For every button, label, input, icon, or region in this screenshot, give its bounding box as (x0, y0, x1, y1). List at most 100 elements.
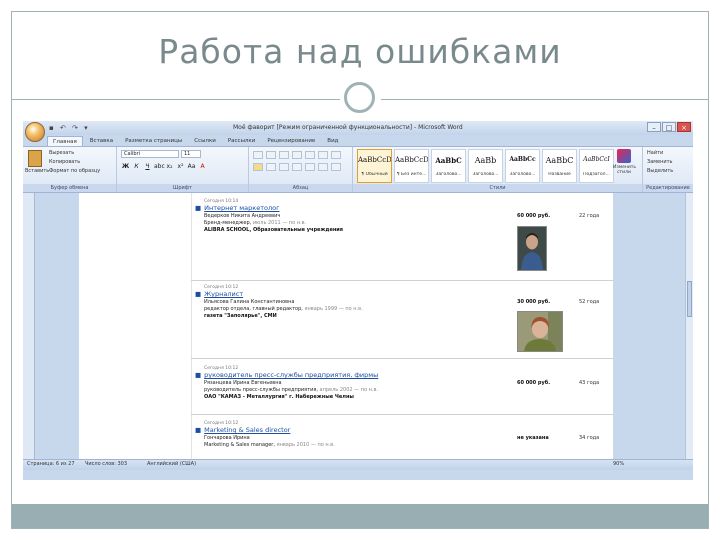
font-size-select[interactable]: 11 (181, 150, 201, 158)
candidate-photo (517, 311, 563, 352)
align-buttons (253, 163, 341, 171)
slide-title: Работа над ошибками (158, 32, 562, 71)
title-bar: ▪ ↶ ↷ ▾ Моё фаворит [Режим ограниченной … (23, 121, 693, 135)
title-divider-left (12, 99, 340, 100)
bullet-icon: ■ (195, 204, 202, 212)
bullets-button[interactable] (253, 151, 263, 159)
styles-group: AaBbCcD ¶ Обычный AaBbCcD ¶ Без инте... … (353, 147, 643, 192)
font-format-buttons: Ж К Ч abc x₂ x² Аа А (121, 162, 207, 171)
close-button[interactable]: × (677, 122, 691, 132)
style-name: Заголово... (509, 172, 536, 177)
entry-title-link[interactable]: ■ руководитель пресс-службы предприятия, … (195, 371, 378, 379)
entry-period: апрель 2002 — по н.в. (319, 387, 379, 393)
copy-button[interactable]: Копировать (49, 159, 80, 165)
select-button[interactable]: Выделить (647, 168, 673, 174)
style-title[interactable]: AaBbC Название (542, 149, 577, 183)
style-name: Заголово... (435, 172, 462, 177)
entry-title-link[interactable]: ■ Marketing & Sales director (195, 426, 290, 434)
shading-button[interactable] (318, 163, 328, 171)
align-center-button[interactable] (266, 163, 276, 171)
title-circle-ornament (344, 82, 375, 113)
numbering-button[interactable] (266, 151, 276, 159)
italic-button[interactable]: К (132, 162, 141, 171)
change-styles-button[interactable]: Изменить стили (613, 149, 636, 175)
entry-period: январь 1999 — по н.в. (304, 306, 363, 312)
font-group: Calibri 11 Ж К Ч abc x₂ x² Аа А Шрифт (117, 147, 249, 192)
justify-button[interactable] (292, 163, 302, 171)
bullet-icon: ■ (195, 371, 202, 379)
line-spacing-button[interactable] (305, 163, 315, 171)
office-button[interactable] (25, 122, 45, 142)
bullet-icon: ■ (195, 290, 202, 298)
superscript-button[interactable]: x² (176, 162, 185, 171)
style-name: Заголово... (472, 172, 499, 177)
strikethrough-button[interactable]: abc (154, 162, 165, 171)
replace-button[interactable]: Заменить (647, 159, 673, 165)
format-painter-button[interactable]: Формат по образцу (49, 168, 100, 174)
status-zoom[interactable]: 90% (613, 461, 624, 467)
entry-company: ALIBRA SCHOOL, Образовательные учреждени… (204, 227, 343, 233)
entry-name: Ведерков Никита Андреевич (204, 213, 281, 219)
scroll-thumb[interactable] (687, 281, 692, 317)
entry-name: Ильясова Галина Константиновна (204, 299, 295, 305)
underline-button[interactable]: Ч (143, 162, 152, 171)
find-button[interactable]: Найти (647, 150, 663, 156)
font-color-button[interactable]: А (198, 162, 207, 171)
subscript-button[interactable]: x₂ (165, 162, 174, 171)
bold-button[interactable]: Ж (121, 162, 130, 171)
style-subtitle[interactable]: AaBbCcI Подзагол... (579, 149, 614, 183)
entry-title: Marketing & Sales director (204, 426, 291, 434)
entry-position: руководитель пресс-службы предприятия, (204, 387, 318, 393)
entry-title: Интернет маркетолог (204, 204, 280, 212)
minimize-button[interactable]: – (647, 122, 661, 132)
style-name: ¶ Без инте... (396, 172, 427, 177)
entry-salary: 60 000 руб. (517, 380, 551, 386)
entry-title: Журналист (204, 290, 244, 298)
paragraph-group: Абзац (249, 147, 353, 192)
entry-age: 43 года (579, 380, 600, 386)
person-photo-icon (518, 312, 562, 351)
status-words[interactable]: Число слов: 303 (85, 461, 127, 467)
style-heading-1[interactable]: AaBbC Заголово... (431, 149, 466, 183)
style-heading-3[interactable]: AaBbCc Заголово... (505, 149, 540, 183)
paste-icon[interactable] (28, 150, 42, 167)
decrease-indent-button[interactable] (292, 151, 302, 159)
style-heading-2[interactable]: AaBb Заголово... (468, 149, 503, 183)
ribbon: Вставить Вырезать Копировать Формат по о… (23, 146, 693, 193)
window-title: Моё фаворит [Режим ограниченной функцион… (233, 124, 463, 131)
sort-button[interactable] (318, 151, 328, 159)
status-language[interactable]: Английский (США) (147, 461, 196, 467)
entry-position: Бренд-менеджер, (204, 220, 252, 226)
entry-period: январь 2010 — по н.в. (276, 442, 335, 448)
increase-indent-button[interactable] (305, 151, 315, 159)
entry-title-link[interactable]: ■ Интернет маркетолог (195, 204, 280, 212)
style-no-spacing[interactable]: AaBbCcD ¶ Без инте... (394, 149, 429, 183)
entry-title-link[interactable]: ■ Журналист (195, 290, 243, 298)
style-normal[interactable]: AaBbCcD ¶ Обычный (357, 149, 392, 183)
entry-period: июль 2011 — по н.в. (252, 220, 307, 226)
document-page[interactable]: Сегодня 10:14 ■ Интернет маркетолог Ведер… (79, 193, 613, 459)
align-right-button[interactable] (279, 163, 289, 171)
cut-button[interactable]: Вырезать (49, 150, 74, 156)
vertical-ruler (23, 193, 35, 459)
style-sample: AaBbCcD (358, 156, 391, 164)
show-marks-button[interactable] (331, 151, 341, 159)
entry-position-line: руководитель пресс-службы предприятия, а… (204, 387, 378, 393)
quick-access-toolbar[interactable]: ▪ ↶ ↷ ▾ (49, 124, 90, 132)
style-name: Подзагол... (583, 172, 610, 177)
multilevel-list-button[interactable] (279, 151, 289, 159)
maximize-button[interactable]: □ (662, 122, 676, 132)
vertical-scrollbar[interactable] (685, 193, 693, 459)
style-sample: AaBbCcD (395, 156, 428, 164)
bottom-decor-band (12, 504, 708, 528)
style-sample: AaBbC (435, 156, 462, 165)
status-page[interactable]: Страница: 6 из 27 (27, 461, 75, 467)
entry-company: ОАО "КАМАЗ - Металлургия" г. Набережные … (204, 394, 354, 400)
borders-button[interactable] (331, 163, 341, 171)
font-name-select[interactable]: Calibri (121, 150, 179, 158)
entry-divider (191, 280, 613, 281)
align-left-button[interactable] (253, 163, 263, 171)
paste-button[interactable]: Вставить (25, 168, 49, 174)
bullet-icon: ■ (195, 426, 202, 434)
change-case-button[interactable]: Аа (187, 162, 196, 171)
